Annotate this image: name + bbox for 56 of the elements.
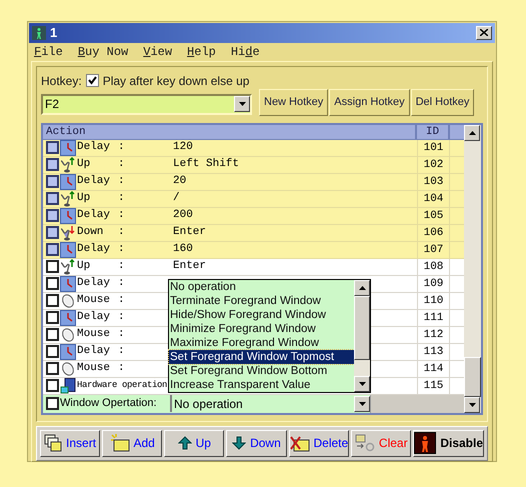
separator-text: :: [118, 293, 126, 308]
value-text: 200: [173, 208, 193, 224]
id-cell: 108: [417, 258, 450, 274]
id-cell: 109: [417, 276, 450, 292]
value-text: Enter: [173, 225, 206, 240]
edit-row-label: Window Opertation:: [60, 396, 157, 412]
action-text: Delay: [77, 208, 112, 224]
separator-text: :: [118, 191, 126, 206]
window-title: 1: [50, 24, 58, 42]
separator-text: :: [118, 276, 126, 292]
action-text: Delay: [77, 140, 112, 156]
separator-text: :: [118, 259, 126, 274]
id-cell: 104: [417, 190, 450, 206]
id-cell: 110: [417, 292, 450, 308]
separator-text: :: [118, 242, 126, 258]
action-text: Up: [77, 157, 92, 172]
separator-text: :: [118, 157, 126, 172]
action-text: Mouse: [77, 327, 112, 342]
separator-text: :: [118, 225, 126, 240]
hotkey-label: Hotkey:: [41, 72, 82, 90]
separator-text: :: [118, 174, 126, 190]
value-text: Enter: [173, 259, 206, 274]
action-text: Delay: [77, 310, 112, 326]
action-text: Hardware operation: [77, 378, 168, 392]
action-text: Mouse: [77, 293, 112, 308]
checkbox-label: Play after key down else up: [102, 72, 250, 90]
id-cell: 105: [417, 208, 450, 224]
id-cell: 101: [417, 140, 450, 156]
action-text: Up: [77, 191, 92, 206]
id-cell: 114: [417, 360, 450, 376]
id-cell: 111: [417, 310, 450, 326]
separator-text: :: [118, 361, 126, 376]
separator-text: :: [118, 344, 126, 360]
id-cell: 103: [417, 174, 450, 190]
action-text: Delay: [77, 242, 112, 258]
action-text: Up: [77, 259, 92, 274]
id-cell: 107: [417, 242, 450, 258]
action-text: Mouse: [77, 361, 112, 376]
action-text: Delay: [77, 344, 112, 360]
action-text: Delay: [77, 276, 112, 292]
separator-text: :: [118, 140, 126, 156]
separator-text: :: [118, 310, 126, 326]
value-text: 120: [173, 140, 193, 156]
action-text: Delay: [77, 174, 112, 190]
id-cell: 113: [417, 344, 450, 360]
id-cell: 102: [417, 156, 450, 172]
id-cell: 106: [417, 224, 450, 240]
value-text: 20: [173, 174, 186, 190]
action-text: Down: [77, 225, 104, 240]
id-cell: 115: [417, 378, 450, 394]
id-cell: 112: [417, 326, 450, 342]
separator-text: :: [118, 327, 126, 342]
value-text: /: [173, 191, 180, 206]
separator-text: :: [118, 208, 126, 224]
value-text: 160: [173, 242, 193, 258]
value-text: Left Shift: [173, 157, 240, 172]
